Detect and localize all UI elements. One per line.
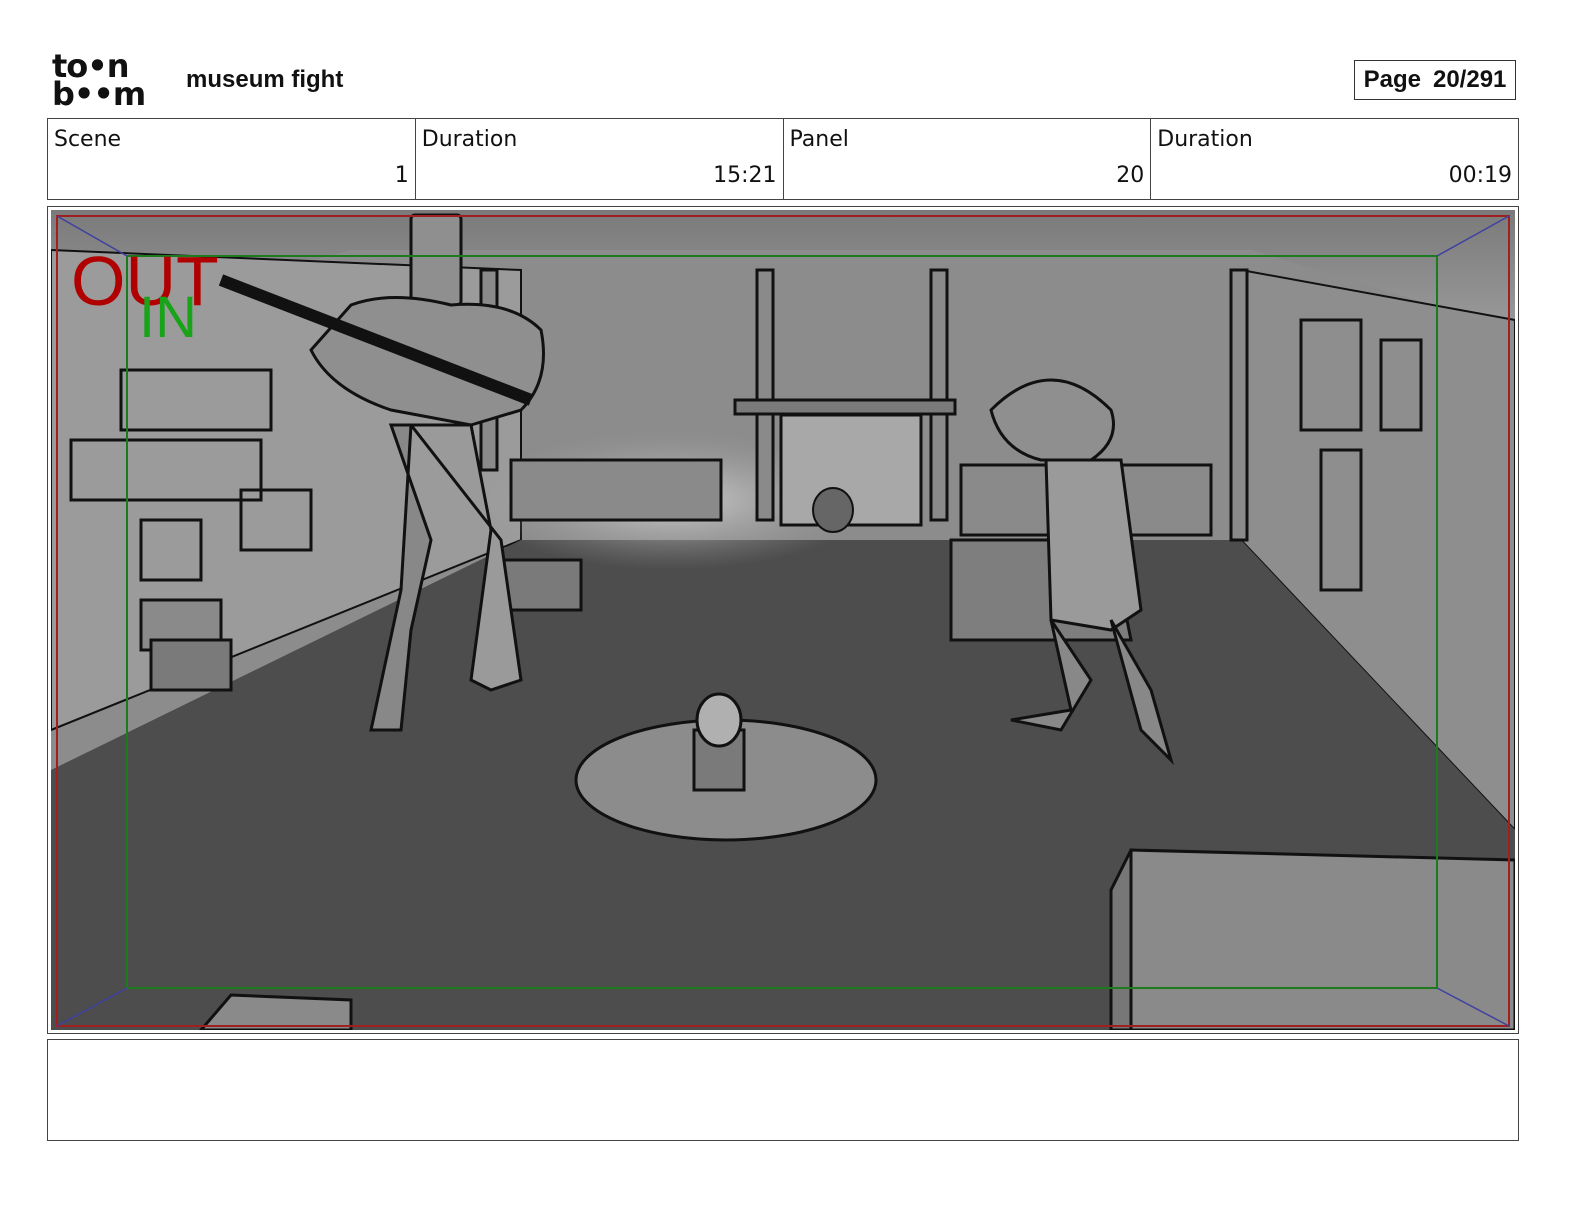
scene-cell: Scene 1 [48, 119, 416, 199]
crate [499, 558, 583, 612]
bench-left [509, 458, 723, 522]
logo-line-2: b••m [52, 75, 146, 113]
in-label: IN [139, 285, 197, 350]
project-title: museum fight [186, 66, 344, 93]
panel-notes [47, 1039, 1519, 1141]
panel-value: 20 [1116, 163, 1145, 188]
scene-value: 1 [394, 163, 409, 188]
panel-duration-cell: Duration 00:19 [1151, 119, 1518, 199]
scene-duration-cell: Duration 15:21 [416, 119, 784, 199]
panel-duration-label: Duration [1157, 127, 1253, 152]
page-indicator: Page 20/291 [1354, 60, 1516, 100]
page-label: Page [1363, 66, 1421, 93]
display-case [1129, 848, 1515, 1030]
panel-cell: Panel 20 [784, 119, 1152, 199]
panel-duration-value: 00:19 [1448, 163, 1512, 188]
storyboard-panel: OUT IN [47, 206, 1519, 1034]
panel-label: Panel [789, 127, 849, 152]
scene-info-table: Scene 1 Duration 15:21 Panel 20 Duration… [47, 118, 1519, 200]
door-lintel [733, 398, 957, 416]
scene-duration-label: Duration [421, 127, 518, 152]
jewel-dome [695, 692, 743, 748]
scene-label: Scene [54, 127, 122, 152]
page-number: 20/291 [1432, 66, 1507, 93]
thief-figure [812, 487, 854, 533]
toonboom-logo: to•n b••m [52, 50, 164, 113]
crate [149, 638, 233, 692]
scene-duration-value: 15:21 [713, 163, 777, 188]
panel-drawing: OUT IN [51, 210, 1515, 1030]
